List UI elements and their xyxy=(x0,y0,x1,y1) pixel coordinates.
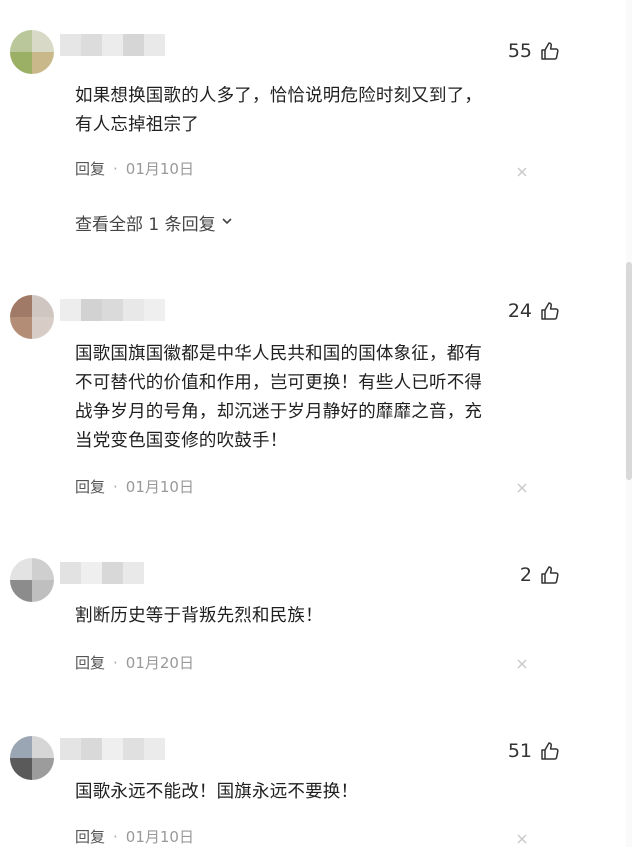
close-icon[interactable] xyxy=(516,482,528,494)
reply-button[interactable]: 回复 xyxy=(75,476,105,497)
comment-meta: 回复 · 01月10日 xyxy=(75,158,194,179)
comment-meta: 回复 · 01月20日 xyxy=(75,652,194,673)
separator: · xyxy=(113,159,118,178)
comment-date: 01月10日 xyxy=(125,160,194,178)
username[interactable] xyxy=(60,562,144,584)
avatar[interactable] xyxy=(10,558,54,602)
separator: · xyxy=(113,827,118,846)
like-button[interactable]: 24 xyxy=(508,300,560,322)
view-all-replies-button[interactable]: 查看全部 1 条回复 xyxy=(75,210,234,235)
comment-meta: 回复 · 01月10日 xyxy=(75,826,194,847)
thumbs-up-icon xyxy=(540,565,560,585)
like-button[interactable]: 51 xyxy=(508,740,560,762)
comment-date: 01月20日 xyxy=(125,654,194,672)
comment-text: 割断历史等于背叛先烈和民族！ xyxy=(75,606,323,626)
thumbs-up-icon xyxy=(540,41,560,61)
comment-date: 01月10日 xyxy=(125,828,194,846)
comment-text: 国歌永远不能改！国旗永远不要换！ xyxy=(75,782,359,802)
close-icon[interactable] xyxy=(516,166,528,178)
scrollbar-thumb[interactable] xyxy=(626,262,632,480)
like-count: 51 xyxy=(507,740,532,762)
username[interactable] xyxy=(60,299,165,321)
separator: · xyxy=(113,653,118,672)
comment-text: 国歌国旗国徽都是中华人民共和国的国体象征，都有 不可替代的价值和作用，岂可更换！… xyxy=(75,344,483,451)
comment-meta: 回复 · 01月10日 xyxy=(75,476,194,497)
like-count: 55 xyxy=(507,40,532,62)
reply-button[interactable]: 回复 xyxy=(75,158,105,179)
chevron-down-icon xyxy=(220,213,234,233)
like-count: 24 xyxy=(507,300,532,322)
comment-date: 01月10日 xyxy=(125,478,194,496)
avatar[interactable] xyxy=(10,30,54,74)
close-icon[interactable] xyxy=(516,833,528,845)
username[interactable] xyxy=(60,34,165,56)
comment-list: 55 如果想换国歌的人多了，恰恰说明危险时刻又到了， 有人忘掉祖宗了 回复 · … xyxy=(0,0,632,847)
avatar[interactable] xyxy=(10,295,54,339)
separator: · xyxy=(113,477,118,496)
reply-button[interactable]: 回复 xyxy=(75,652,105,673)
comment-text: 如果想换国歌的人多了，恰恰说明危险时刻又到了， 有人忘掉祖宗了 xyxy=(75,86,483,135)
view-all-label: 查看全部 1 条回复 xyxy=(75,215,216,235)
thumbs-up-icon xyxy=(540,741,560,761)
reply-button[interactable]: 回复 xyxy=(75,826,105,847)
avatar[interactable] xyxy=(10,736,54,780)
like-count: 2 xyxy=(519,564,532,586)
username[interactable] xyxy=(60,738,165,760)
like-button[interactable]: 2 xyxy=(520,564,560,586)
close-icon[interactable] xyxy=(516,658,528,670)
thumbs-up-icon xyxy=(540,301,560,321)
like-button[interactable]: 55 xyxy=(508,40,560,62)
